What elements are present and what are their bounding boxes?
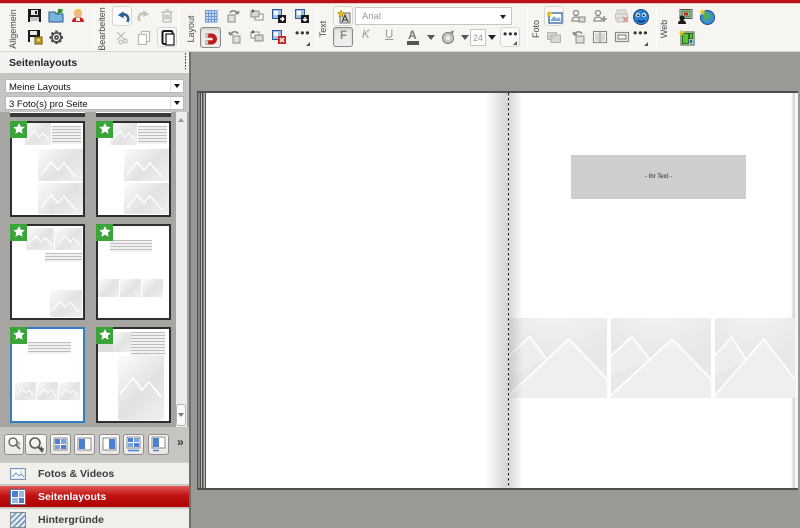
svg-text:s: s [17,441,20,447]
